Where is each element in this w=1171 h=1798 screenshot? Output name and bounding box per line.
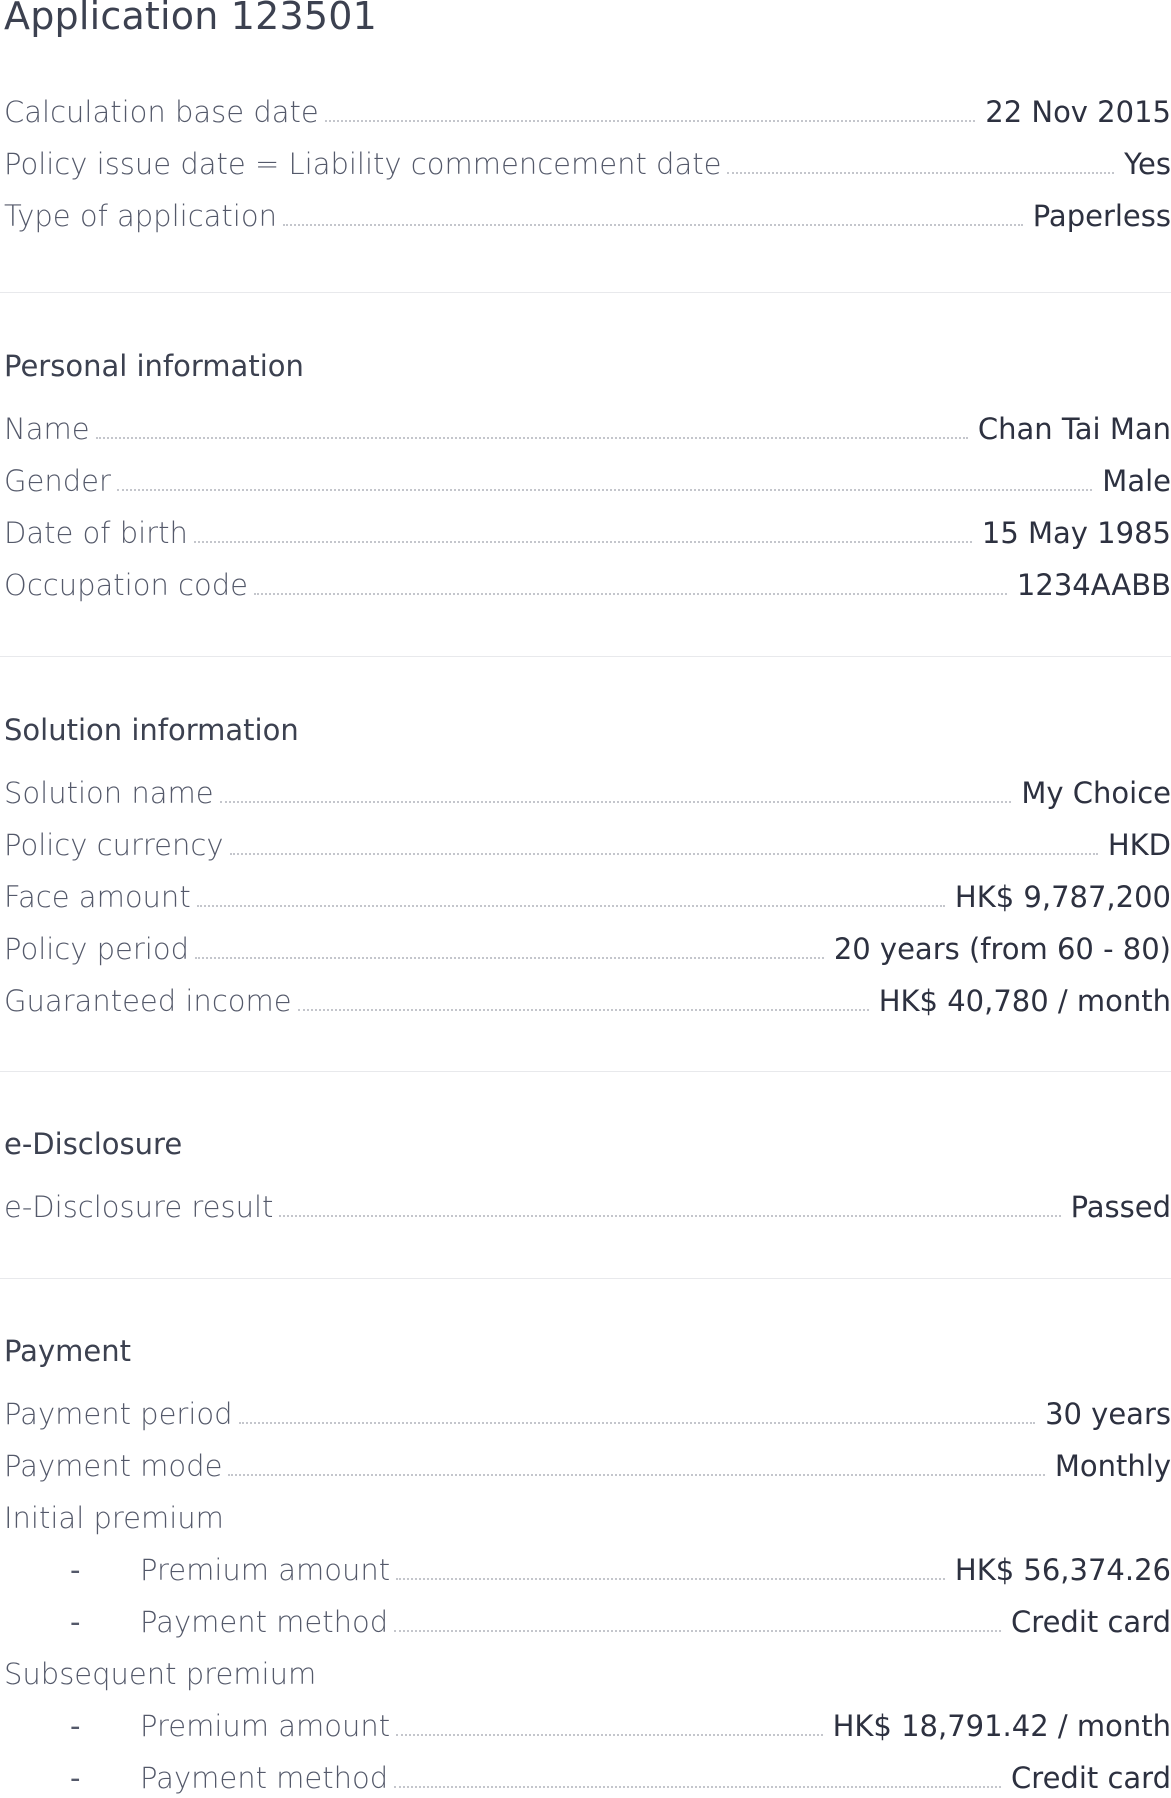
row-policy-period: Policy period 20 years (from 60 - 80) xyxy=(4,929,1171,969)
row-label: Date of birth xyxy=(4,516,188,550)
row-label: Guaranteed income xyxy=(4,984,292,1018)
row-value: 20 years (from 60 - 80) xyxy=(833,932,1171,966)
row-type-of-application: Type of application Paperless xyxy=(4,196,1171,236)
row-label: Name xyxy=(4,412,90,446)
row-value: 15 May 1985 xyxy=(981,516,1171,550)
list-dash: - xyxy=(70,1761,81,1795)
row-initial-premium: Initial premium xyxy=(4,1498,1171,1538)
row-label: Policy period xyxy=(4,932,190,966)
row-value: 1234AABB xyxy=(1016,568,1171,602)
row-label: Premium amount xyxy=(140,1709,391,1743)
dotted-leader xyxy=(297,1008,869,1011)
dotted-leader xyxy=(228,1473,1045,1476)
row-value: Credit card xyxy=(1011,1605,1171,1639)
row-value: 22 Nov 2015 xyxy=(985,95,1171,129)
section-divider xyxy=(0,1278,1171,1279)
dotted-leader xyxy=(219,800,1012,803)
row-label: Face amount xyxy=(4,880,191,914)
page-title: Application 123501 xyxy=(4,0,378,38)
row-label: Policy issue date = Liability commenceme… xyxy=(4,147,722,181)
row-guaranteed-income: Guaranteed income HK$ 40,780 / month xyxy=(4,981,1171,1021)
row-value: 30 years xyxy=(1045,1397,1171,1431)
row-label: Gender xyxy=(4,464,111,498)
row-label: Payment method xyxy=(140,1605,389,1639)
dotted-leader xyxy=(394,1785,1002,1788)
row-payment-mode: Payment mode Monthly xyxy=(4,1446,1171,1486)
row-policy-issue-date: Policy issue date = Liability commenceme… xyxy=(4,144,1171,184)
dotted-leader xyxy=(324,119,976,122)
list-dash: - xyxy=(70,1709,81,1743)
section-divider xyxy=(0,656,1171,657)
row-value: Monthly xyxy=(1054,1449,1171,1483)
section-divider xyxy=(0,1071,1171,1072)
row-value: HK$ 9,787,200 xyxy=(954,880,1171,914)
row-value: Credit card xyxy=(1011,1761,1171,1795)
row-label: Payment mode xyxy=(4,1449,223,1483)
row-gender: Gender Male xyxy=(4,461,1171,501)
dotted-leader xyxy=(95,436,968,439)
row-value: Chan Tai Man xyxy=(977,412,1171,446)
row-value: HK$ 40,780 / month xyxy=(878,984,1171,1018)
row-label: Premium amount xyxy=(140,1553,391,1587)
row-value: HK$ 56,374.26 xyxy=(954,1553,1171,1587)
dotted-leader xyxy=(253,592,1007,595)
row-solution-name: Solution name My Choice xyxy=(4,773,1171,813)
dotted-leader xyxy=(396,1733,823,1736)
row-label: Type of application xyxy=(4,199,277,233)
dotted-leader xyxy=(396,1577,945,1580)
row-face-amount: Face amount HK$ 9,787,200 xyxy=(4,877,1171,917)
row-occupation-code: Occupation code 1234AABB xyxy=(4,565,1171,605)
dotted-leader xyxy=(238,1421,1036,1424)
row-value: Passed xyxy=(1070,1190,1171,1224)
dotted-leader xyxy=(195,956,824,959)
row-date-of-birth: Date of birth 15 May 1985 xyxy=(4,513,1171,553)
row-value: Male xyxy=(1102,464,1171,498)
row-name: Name Chan Tai Man xyxy=(4,409,1171,449)
row-calculation-base-date: Calculation base date 22 Nov 2015 xyxy=(4,92,1171,132)
row-label: Initial premium xyxy=(4,1501,224,1535)
section-title-e-disclosure: e-Disclosure xyxy=(4,1127,183,1161)
row-subsequent-premium: Subsequent premium xyxy=(4,1654,1171,1694)
row-value: My Choice xyxy=(1021,776,1171,810)
row-value: HKD xyxy=(1107,828,1171,862)
row-label: Payment period xyxy=(4,1397,233,1431)
row-label: Solution name xyxy=(4,776,214,810)
row-value: HK$ 18,791.42 / month xyxy=(832,1709,1171,1743)
row-policy-currency: Policy currency HKD xyxy=(4,825,1171,865)
row-payment-period: Payment period 30 years xyxy=(4,1394,1171,1434)
dotted-leader xyxy=(116,488,1093,491)
section-title-payment: Payment xyxy=(4,1334,131,1368)
row-label: Calculation base date xyxy=(4,95,319,129)
row-initial-payment-method: - Payment method Credit card xyxy=(4,1602,1171,1642)
list-dash: - xyxy=(70,1553,81,1587)
section-title-solution: Solution information xyxy=(4,713,299,747)
dotted-leader xyxy=(727,171,1115,174)
row-label: Payment method xyxy=(140,1761,389,1795)
row-value: Paperless xyxy=(1032,199,1171,233)
row-value: Yes xyxy=(1124,147,1171,181)
dotted-leader xyxy=(229,852,1098,855)
row-subsequent-payment-method: - Payment method Credit card xyxy=(4,1758,1171,1798)
row-label: Policy currency xyxy=(4,828,224,862)
dotted-leader xyxy=(193,540,972,543)
row-initial-premium-amount: - Premium amount HK$ 56,374.26 xyxy=(4,1550,1171,1590)
row-e-disclosure-result: e-Disclosure result Passed xyxy=(4,1187,1171,1227)
list-dash: - xyxy=(70,1605,81,1639)
section-divider xyxy=(0,292,1171,293)
dotted-leader xyxy=(279,1214,1061,1217)
row-label: e-Disclosure result xyxy=(4,1190,274,1224)
dotted-leader xyxy=(394,1629,1002,1632)
row-label: Subsequent premium xyxy=(4,1657,317,1691)
dotted-leader xyxy=(282,223,1023,226)
row-subsequent-premium-amount: - Premium amount HK$ 18,791.42 / month xyxy=(4,1706,1171,1746)
section-title-personal: Personal information xyxy=(4,349,304,383)
dotted-leader xyxy=(196,904,945,907)
row-label: Occupation code xyxy=(4,568,248,602)
